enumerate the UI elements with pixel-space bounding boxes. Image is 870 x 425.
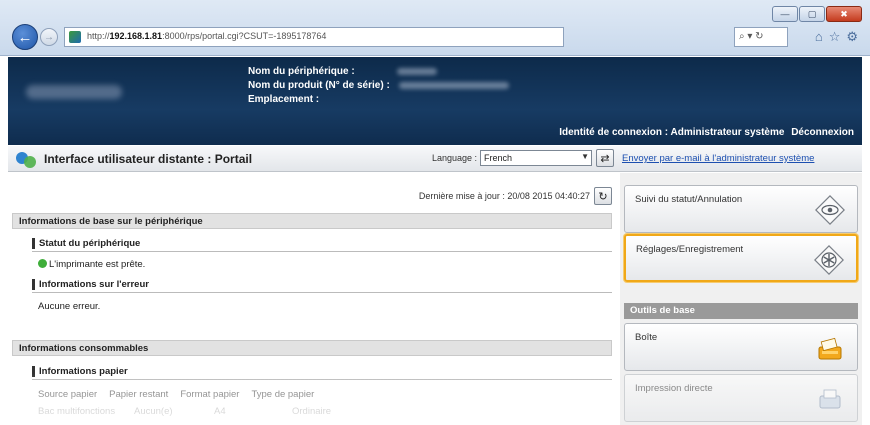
settings-asterisk-icon	[814, 245, 844, 275]
direct-print-button[interactable]: Impression directe	[624, 374, 858, 422]
mailbox-button[interactable]: Boîte	[624, 323, 858, 371]
gear-icon[interactable]: ⚙	[846, 29, 858, 45]
refresh-button[interactable]: ↻	[594, 187, 612, 205]
address-bar[interactable]: http://192.168.1.81:8000/rps/portal.cgi?…	[64, 27, 564, 47]
consumables-header: Informations consommables	[12, 340, 612, 356]
status-cancel-label: Suivi du statut/Annulation	[635, 194, 743, 205]
page-title: Interface utilisateur distante : Portail	[44, 152, 253, 166]
table-cell: Bac multifonctions	[38, 406, 116, 417]
browser-chrome: — ▢ ✖ ← → http://192.168.1.81:8000/rps/p…	[0, 0, 870, 56]
url-host: 192.168.1.81	[109, 31, 163, 41]
site-icon	[69, 31, 81, 43]
paper-info-heading: Informations papier	[32, 366, 128, 377]
product-name-row: Nom du produit (N° de série) :	[248, 79, 509, 93]
device-status-value: L'imprimante est prête.	[49, 259, 146, 270]
login-text: Identité de connexion : Administrateur s…	[559, 127, 785, 138]
device-logo	[26, 85, 122, 99]
table-cell: A4	[214, 406, 226, 417]
back-button[interactable]: ←	[12, 24, 38, 50]
status-ok-icon	[38, 259, 47, 268]
status-cancel-button[interactable]: Suivi du statut/Annulation	[624, 185, 858, 233]
mailbox-icon	[818, 337, 842, 360]
email-admin-link[interactable]: Envoyer par e-mail à l'administrateur sy…	[622, 153, 814, 164]
device-name-value	[397, 67, 438, 75]
device-name-row: Nom du périphérique :	[248, 65, 509, 79]
settings-registration-label: Réglages/Enregistrement	[636, 244, 744, 255]
device-status-heading: Statut du périphérique	[32, 238, 140, 249]
favorites-icon[interactable]: ☆	[829, 29, 841, 45]
page-header: Nom du périphérique : Nom du produit (N°…	[8, 57, 862, 145]
language-label: Language :	[432, 153, 478, 163]
direct-print-icon	[819, 389, 841, 409]
table-row: Bac multifonctions Aucun(e) A4 Ordinaire	[38, 406, 331, 417]
logout-link[interactable]: Déconnexion	[791, 127, 854, 138]
mailbox-label: Boîte	[635, 332, 658, 343]
direct-print-label: Impression directe	[635, 383, 713, 394]
side-menu: Suivi du statut/Annulation Réglages/Enre…	[620, 173, 862, 425]
column-header: Format papier	[180, 389, 240, 400]
product-name-label: Nom du produit (N° de série) :	[248, 80, 390, 91]
browser-tools: ⌂ ☆ ⚙	[815, 29, 858, 45]
error-info-heading: Informations sur l'erreur	[32, 279, 149, 290]
language-value: French	[484, 153, 513, 163]
address-actions[interactable]: ⌕ ▾ ↻	[734, 27, 788, 47]
location-label: Emplacement :	[248, 94, 320, 105]
url-prefix: http://	[87, 31, 110, 41]
chevron-down-icon: ▼	[581, 152, 589, 161]
table-cell: Aucun(e)	[134, 406, 173, 417]
table-cell: Ordinaire	[292, 406, 332, 417]
product-name-value	[398, 81, 509, 89]
main-content: Dernière mise à jour : 20/08 2015 04:40:…	[8, 173, 614, 425]
settings-registration-button[interactable]: Réglages/Enregistrement	[624, 234, 858, 282]
device-name-label: Nom du périphérique :	[248, 66, 355, 77]
last-updated: Dernière mise à jour : 20/08 2015 04:40:…	[418, 191, 590, 201]
login-info: Identité de connexion : Administrateur s…	[559, 127, 854, 138]
device-status-row: L'imprimante est prête.	[38, 259, 145, 270]
language-select[interactable]: French ▼	[480, 150, 592, 166]
home-icon[interactable]: ⌂	[815, 29, 823, 45]
divider	[32, 251, 612, 252]
language-apply-button[interactable]: ⇄	[596, 149, 614, 167]
error-value: Aucune erreur.	[38, 301, 101, 312]
url-path: :8000/rps/portal.cgi?CSUT=-1895178764	[162, 31, 327, 41]
forward-button[interactable]: →	[40, 28, 58, 46]
basic-info-header: Informations de base sur le périphérique	[12, 213, 612, 229]
portal-icon	[16, 150, 36, 168]
minimize-button[interactable]: —	[772, 6, 798, 22]
device-info: Nom du périphérique : Nom du produit (N°…	[248, 65, 509, 107]
basic-tools-header: Outils de base	[624, 303, 858, 319]
paper-table-header: Source papier Papier restant Format papi…	[38, 389, 326, 400]
column-header: Type de papier	[251, 389, 315, 400]
maximize-button[interactable]: ▢	[799, 6, 825, 22]
location-row: Emplacement :	[248, 93, 509, 107]
eye-icon	[815, 195, 845, 225]
divider	[32, 379, 612, 380]
close-button[interactable]: ✖	[826, 6, 862, 22]
portal-bar: Interface utilisateur distante : Portail…	[8, 146, 862, 172]
column-header: Papier restant	[109, 389, 169, 400]
column-header: Source papier	[38, 389, 98, 400]
window-controls: — ▢ ✖	[772, 6, 862, 22]
divider	[32, 292, 612, 293]
